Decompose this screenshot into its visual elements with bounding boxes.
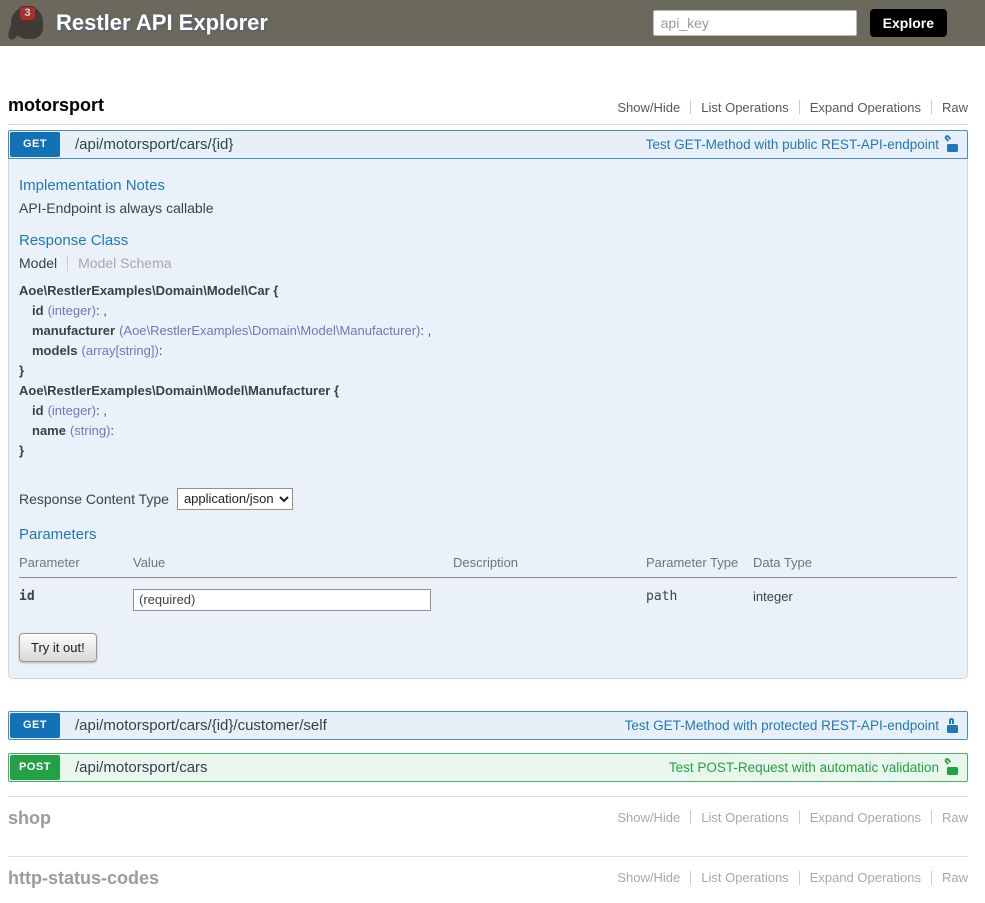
operation-post-cars: POST /api/motorsport/cars Test POST-Requ… (8, 753, 968, 782)
divider (690, 871, 691, 885)
unlock-icon (946, 760, 959, 775)
header-right: Explore (653, 9, 947, 37)
show-hide-link[interactable]: Show/Hide (617, 870, 680, 885)
col-description: Description (453, 551, 646, 578)
section-title-motorsport: motorsport (8, 95, 104, 117)
app-title: Restler API Explorer (56, 10, 268, 36)
expand-operations-link[interactable]: Expand Operations (810, 870, 921, 885)
section-head-shop: shop Show/Hide List Operations Expand Op… (8, 808, 968, 830)
parameters-table: Parameter Value Description Parameter Ty… (19, 551, 957, 615)
col-parameter: Parameter (19, 551, 133, 578)
col-value: Value (133, 551, 453, 578)
section-divider (8, 124, 968, 125)
operation-path[interactable]: /api/motorsport/cars/{id}/customer/self (75, 717, 327, 734)
model-line: models(array[string]): (19, 341, 957, 361)
test-endpoint-label: Test GET-Method with public REST-API-end… (646, 137, 939, 152)
parameter-row-id: id path integer (19, 577, 957, 615)
section-title-http-status-codes: http-status-codes (8, 868, 159, 890)
response-content-type-select[interactable]: application/json (177, 488, 293, 510)
response-class-heading: Response Class (19, 232, 957, 249)
divider (799, 810, 800, 824)
list-operations-link[interactable]: List Operations (701, 870, 788, 885)
restler-logo-icon: 3 (8, 3, 48, 43)
parameter-data-type: integer (753, 577, 957, 615)
operation-header[interactable]: GET /api/motorsport/cars/{id} Test GET-M… (8, 130, 968, 159)
raw-link[interactable]: Raw (942, 870, 968, 885)
model-line: name(string): (19, 421, 957, 441)
test-endpoint-link[interactable]: Test GET-Method with protected REST-API-… (625, 718, 959, 733)
divider (799, 100, 800, 114)
parameter-value-input[interactable] (133, 589, 431, 611)
divider (799, 871, 800, 885)
parameter-type: path (646, 577, 753, 615)
divider (931, 871, 932, 885)
model-line: } (19, 441, 957, 461)
implementation-notes-heading: Implementation Notes (19, 177, 957, 194)
explore-button[interactable]: Explore (870, 9, 947, 37)
parameters-header-row: Parameter Value Description Parameter Ty… (19, 551, 957, 578)
divider (690, 100, 691, 114)
list-operations-link[interactable]: List Operations (701, 100, 788, 115)
raw-link[interactable]: Raw (942, 100, 968, 115)
operation-path[interactable]: /api/motorsport/cars (75, 759, 208, 776)
model-line: } (19, 361, 957, 381)
operation-path[interactable]: /api/motorsport/cars/{id} (75, 136, 233, 153)
test-endpoint-link[interactable]: Test POST-Request with automatic validat… (669, 760, 959, 775)
app-header: 3 Restler API Explorer Explore (0, 0, 985, 46)
section-http-status-codes: http-status-codes Show/Hide List Operati… (8, 856, 968, 903)
unlock-icon (946, 137, 959, 152)
section-motorsport: motorsport Show/Hide List Operations Exp… (8, 95, 968, 782)
section-controls-http-status-codes: Show/Hide List Operations Expand Operati… (617, 870, 968, 887)
section-shop: shop Show/Hide List Operations Expand Op… (8, 796, 968, 843)
response-content-type-label: Response Content Type (19, 491, 169, 507)
try-it-out-button[interactable]: Try it out! (19, 633, 97, 662)
test-endpoint-link[interactable]: Test GET-Method with public REST-API-end… (646, 137, 959, 152)
parameter-description (453, 577, 646, 615)
model-line: id(integer): , (19, 401, 957, 421)
response-content-type-row: Response Content Type application/json (19, 488, 957, 510)
method-badge-get[interactable]: GET (10, 713, 60, 738)
model-line: Aoe\RestlerExamples\Domain\Model\Manufac… (19, 381, 957, 401)
model-line: id(integer): , (19, 301, 957, 321)
section-controls-shop: Show/Hide List Operations Expand Operati… (617, 810, 968, 827)
model-tabs: Model Model Schema (19, 255, 957, 271)
expand-operations-link[interactable]: Expand Operations (810, 810, 921, 825)
section-controls-motorsport: Show/Hide List Operations Expand Operati… (617, 100, 968, 117)
show-hide-link[interactable]: Show/Hide (617, 100, 680, 115)
expand-operations-link[interactable]: Expand Operations (810, 100, 921, 115)
section-head-motorsport: motorsport Show/Hide List Operations Exp… (8, 95, 968, 117)
operation-header[interactable]: POST /api/motorsport/cars Test POST-Requ… (8, 753, 968, 782)
operation-header[interactable]: GET /api/motorsport/cars/{id}/customer/s… (8, 711, 968, 740)
model-line: manufacturer(Aoe\RestlerExamples\Domain\… (19, 321, 957, 341)
section-title-shop: shop (8, 808, 51, 830)
col-data-type: Data Type (753, 551, 957, 578)
logo-version-badge: 3 (19, 6, 36, 21)
api-key-input[interactable] (653, 10, 857, 36)
operation-details: Implementation Notes API-Endpoint is alw… (8, 159, 968, 679)
raw-link[interactable]: Raw (942, 810, 968, 825)
section-head-http-status-codes: http-status-codes Show/Hide List Operati… (8, 868, 968, 890)
model-line: Aoe\RestlerExamples\Domain\Model\Car { (19, 281, 957, 301)
operation-get-customer-self: GET /api/motorsport/cars/{id}/customer/s… (8, 711, 968, 740)
method-badge-get[interactable]: GET (10, 132, 60, 157)
operation-get-cars-id: GET /api/motorsport/cars/{id} Test GET-M… (8, 130, 968, 679)
show-hide-link[interactable]: Show/Hide (617, 810, 680, 825)
tab-model-schema[interactable]: Model Schema (67, 255, 171, 271)
divider (931, 810, 932, 824)
col-parameter-type: Parameter Type (646, 551, 753, 578)
divider (931, 100, 932, 114)
parameter-name: id (19, 577, 133, 615)
divider (690, 810, 691, 824)
tab-model[interactable]: Model (19, 255, 67, 271)
list-operations-link[interactable]: List Operations (701, 810, 788, 825)
parameters-heading: Parameters (19, 526, 957, 543)
method-badge-post[interactable]: POST (10, 755, 60, 780)
main-content: motorsport Show/Hide List Operations Exp… (8, 95, 968, 903)
lock-icon (946, 718, 959, 733)
test-endpoint-label: Test GET-Method with protected REST-API-… (625, 718, 939, 733)
implementation-notes-text: API-Endpoint is always callable (19, 200, 957, 216)
model-signature: Aoe\RestlerExamples\Domain\Model\Car { i… (19, 281, 957, 461)
test-endpoint-label: Test POST-Request with automatic validat… (669, 760, 939, 775)
